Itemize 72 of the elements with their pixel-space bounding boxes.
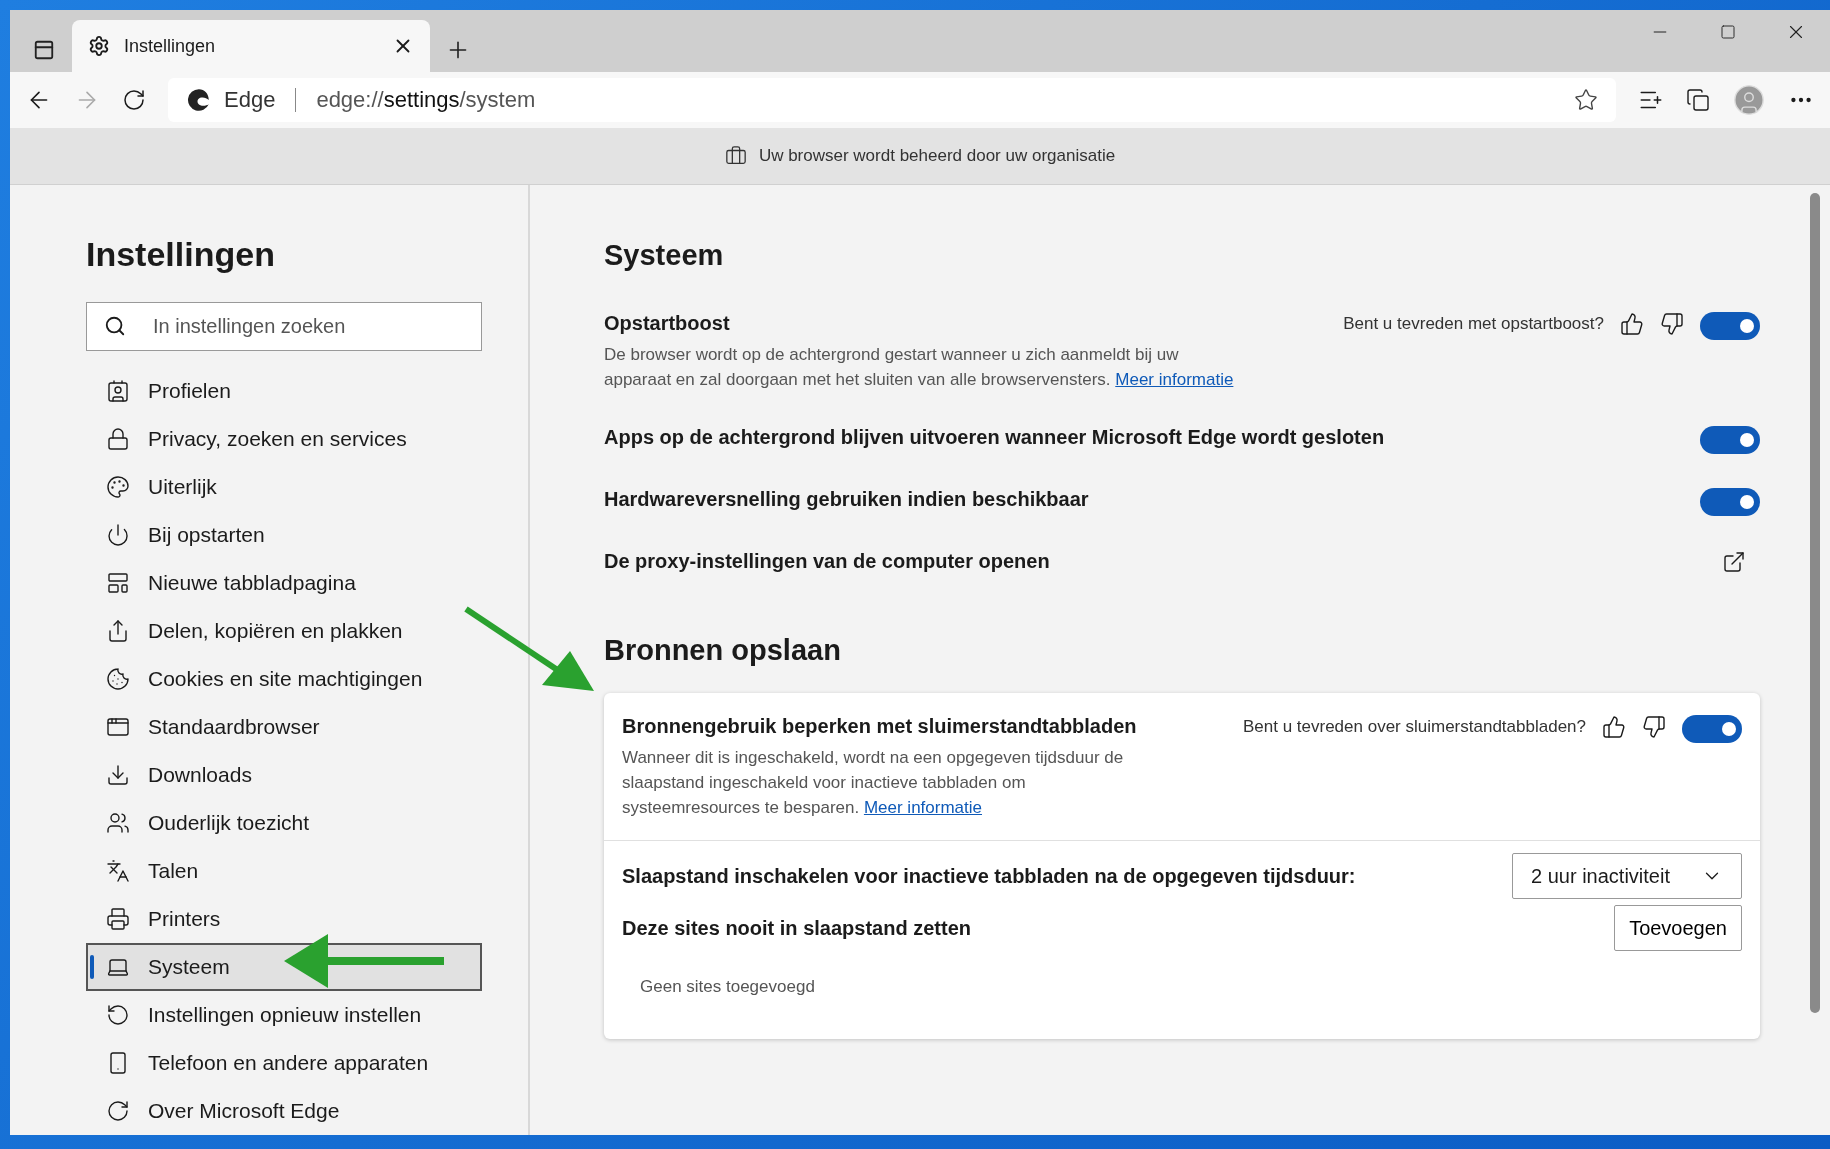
setting-description: Wanneer dit is ingeschakeld, wordt na een opgegeven tijdsduur de slaapstand ingeschakeld voor inactieve tabbladen om systeemresources te besparen. Meer informatie [622, 747, 1125, 819]
profile-avatar[interactable] [1732, 83, 1766, 117]
timeout-dropdown[interactable]: 2 uur inactiviteit [1512, 853, 1742, 900]
menu-item-icon [106, 571, 130, 595]
sidebar-item[interactable]: Standaardbrowser [86, 703, 482, 751]
setting-label: De proxy-instellingen van de computer openen [604, 550, 1051, 574]
sidebar-item[interactable]: Profielen [86, 367, 482, 415]
menu-item-icon [106, 427, 130, 451]
sidebar-item[interactable]: Cookies en site machtigingen [86, 655, 482, 703]
sidebar-item[interactable]: Downloads [86, 751, 482, 799]
sidebar-item[interactable]: Telefoon en andere apparaten [86, 1039, 482, 1087]
setting-label: Opstartboost [604, 312, 731, 335]
address-bar[interactable]: Edge edge://settings/system [168, 78, 1616, 122]
more-info-link[interactable]: Meer informatie [863, 797, 982, 817]
menu-item-icon [106, 811, 130, 835]
sidebar-item[interactable]: Uiterlijk [86, 463, 482, 511]
sidebar-item[interactable]: Instellingen opnieuw instellen [86, 991, 482, 1039]
feedback-question: Bent u tevreden met opstartboost? [1343, 314, 1604, 334]
setting-description: De browser wordt op de achtergrond gestart wanneer u zich aanmeldt bij uw apparaat en zal doorgaan met het sluiten van alle browservensters. Meer informatie [604, 344, 1234, 391]
toggle-switch[interactable] [1700, 312, 1760, 340]
briefcase-icon [724, 145, 747, 167]
scrollbar[interactable] [1810, 193, 1820, 1013]
menu-item-icon [106, 619, 130, 643]
reload-icon[interactable] [122, 88, 146, 112]
more-info-link[interactable]: Meer informatie [1115, 369, 1234, 389]
section-title: Systeem [604, 239, 725, 272]
add-button[interactable]: Toevoegen [1614, 905, 1742, 952]
site-label: Edge [224, 87, 276, 113]
setting-label: Slaapstand inschakelen voor inactieve tabbladen na de opgegeven tijdsduur: [622, 864, 1357, 888]
feedback-question: Bent u tevreden over sluimerstandtabbladen? [1242, 717, 1586, 739]
empty-message: Geen sites toegevoegd [639, 976, 816, 999]
menu-item-icon [106, 475, 130, 499]
setting-label: Apps op de achtergrond blijven uitvoeren wanneer Microsoft Edge wordt gesloten [604, 426, 1386, 450]
section-title: Bronnen opslaan [604, 634, 842, 668]
sidebar-item[interactable]: Bij opstarten [86, 511, 482, 559]
sidebar-item[interactable]: Ouderlijk toezicht [86, 799, 482, 847]
collections-icon[interactable] [1686, 88, 1710, 112]
menu-item-icon [106, 763, 130, 787]
menu-item-icon [106, 667, 130, 691]
managed-banner-text: Uw browser wordt beheerd door uw organisatie [758, 146, 1116, 166]
menu-item-icon [106, 859, 130, 883]
sidebar-item[interactable]: Delen, kopiëren en plakken [86, 607, 482, 655]
sidebar-item[interactable]: Over Microsoft Edge [86, 1087, 482, 1135]
browser-tab[interactable]: Instellingen [72, 20, 430, 72]
url-text: edge://settings/system [316, 87, 537, 113]
thumbs-up-icon[interactable] [1620, 312, 1644, 336]
thumbs-down-icon[interactable] [1660, 312, 1684, 336]
edge-logo-icon [186, 87, 212, 113]
sidebar-item[interactable]: Nieuwe tabbladpagina [86, 559, 482, 607]
sidebar-title: Instellingen [86, 235, 276, 274]
sidebar-item[interactable]: Printers [86, 895, 482, 943]
sidebar-item[interactable]: Privacy, zoeken en services [86, 415, 482, 463]
thumbs-down-icon[interactable] [1642, 715, 1666, 740]
menu-item-icon [106, 1003, 130, 1027]
sidebar-item[interactable]: Talen [86, 847, 482, 895]
toggle-switch[interactable] [1700, 426, 1760, 455]
add-favorite-icon[interactable] [1574, 88, 1598, 112]
setting-label: Bronnengebruik beperken met sluimerstandtabbladen [622, 715, 1138, 739]
search-field[interactable]: In instellingen zoeken [86, 302, 482, 351]
toggle-switch[interactable] [1682, 715, 1742, 744]
menu-item-icon [106, 379, 130, 403]
menu-item-icon [106, 715, 130, 739]
setting-label: Deze sites nooit in slaapstand zetten [622, 916, 972, 940]
setting-label: Hardwareversnelling gebruiken indien beschikbaar [604, 488, 1090, 512]
toggle-switch[interactable] [1700, 488, 1760, 517]
menu-item-icon [106, 907, 130, 931]
settings-icon [88, 35, 110, 57]
menu-item-icon [106, 1099, 130, 1123]
tab-title: Instellingen [124, 35, 217, 57]
menu-item-icon [106, 523, 130, 547]
external-link-icon[interactable] [1722, 550, 1746, 575]
thumbs-up-icon[interactable] [1602, 715, 1626, 740]
